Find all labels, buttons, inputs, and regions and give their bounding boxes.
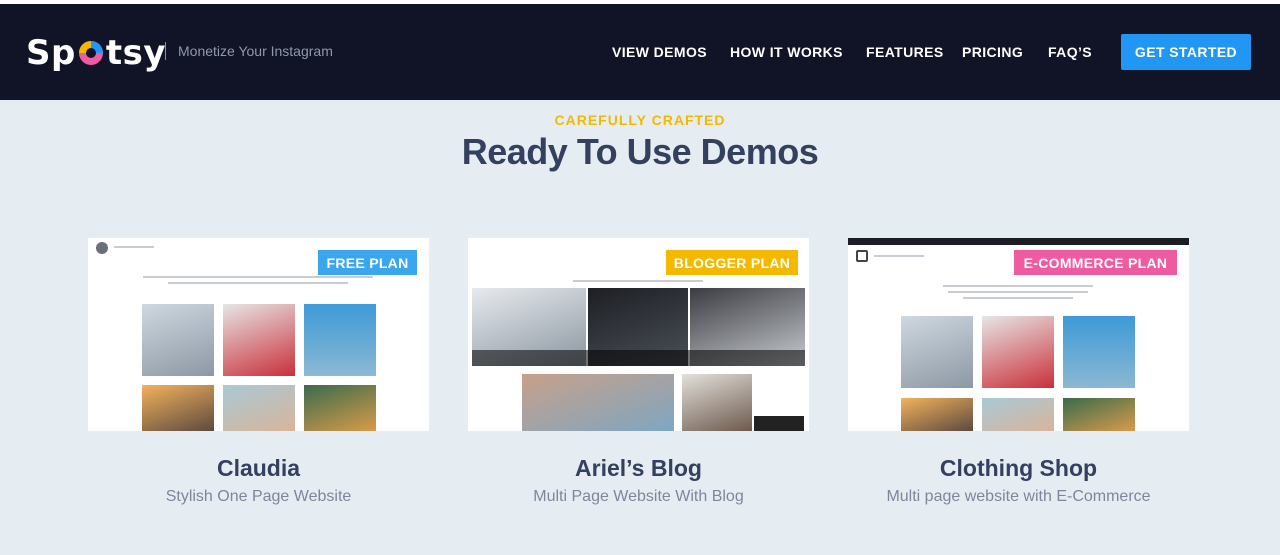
preview-photo (223, 304, 295, 376)
demo-preview-ariels-blog[interactable]: BLOGGER PLAN (468, 238, 809, 431)
demo-title[interactable]: Ariel’s Blog (468, 455, 809, 482)
nav-pricing[interactable]: PRICING (962, 42, 1023, 62)
demo-subtitle: Stylish One Page Website (165, 488, 352, 505)
preview-photo (1063, 316, 1135, 388)
plan-badge-label: FREE PLAN (326, 254, 409, 271)
preview-photo (142, 304, 214, 376)
preview-photo (1063, 398, 1135, 431)
plan-badge: FREE PLAN (318, 250, 417, 275)
plan-badge: E-COMMERCE PLAN (1014, 250, 1177, 275)
nav-faqs[interactable]: FAQ’S (1048, 42, 1092, 62)
shop-logo-icon (856, 250, 868, 262)
section-title: Ready To Use Demos (461, 131, 819, 172)
preview-caption-bar (472, 350, 805, 366)
demo-subtitle: Multi page website with E-Commerce (886, 488, 1151, 505)
preview-text-line (943, 285, 1093, 287)
nav-view-demos[interactable]: VIEW DEMOS (612, 42, 707, 62)
preview-photo (982, 316, 1054, 388)
preview-photo (142, 385, 214, 431)
preview-topbar (848, 238, 1189, 245)
avatar (96, 242, 108, 254)
logo-text-right: tsy (105, 33, 166, 73)
logo[interactable]: Sp tsy (26, 31, 166, 75)
preview-photo (982, 398, 1054, 431)
tagline: Monetize Your Instagram (178, 43, 333, 59)
plan-badge-label: BLOGGER PLAN (673, 254, 791, 271)
preview-blog-logo (606, 244, 666, 266)
preview-photo (901, 398, 973, 431)
preview-photo (522, 374, 674, 431)
demo-title[interactable]: Clothing Shop (848, 455, 1189, 482)
demo-title[interactable]: Claudia (88, 455, 429, 482)
preview-photo (304, 385, 376, 431)
demo-subtitle: Multi Page Website With Blog (533, 488, 744, 505)
preview-text-line (143, 276, 373, 278)
preview-text-line (963, 297, 1073, 299)
preview-nav-line (573, 280, 703, 282)
plan-badge-label: E-COMMERCE PLAN (1023, 254, 1168, 271)
logo-o-icon (78, 41, 103, 65)
preview-text-line (874, 255, 924, 257)
demo-preview-claudia[interactable]: FREE PLAN (88, 238, 429, 431)
nav-how-it-works[interactable]: HOW IT WORKS (730, 42, 843, 62)
preview-photo (304, 304, 376, 376)
get-started-button[interactable]: GET STARTED (1121, 34, 1251, 70)
logo-divider (165, 42, 166, 60)
preview-text-line (948, 291, 1088, 293)
demo-preview-clothing-shop[interactable]: E-COMMERCE PLAN (848, 238, 1189, 431)
preview-text-line (168, 282, 348, 284)
plan-badge: BLOGGER PLAN (666, 250, 798, 275)
preview-footer-block (754, 416, 804, 431)
preview-text-line (114, 246, 154, 248)
nav-features[interactable]: FEATURES (866, 42, 944, 62)
preview-photo (682, 374, 752, 431)
preview-photo (901, 316, 973, 388)
site-header: Sp tsy Monetize Your Instagram VIEW DEMO… (0, 4, 1280, 100)
preview-photo (223, 385, 295, 431)
section-eyebrow: CAREFULLY CRAFTED (554, 112, 726, 128)
logo-text-left: Sp (26, 33, 76, 73)
